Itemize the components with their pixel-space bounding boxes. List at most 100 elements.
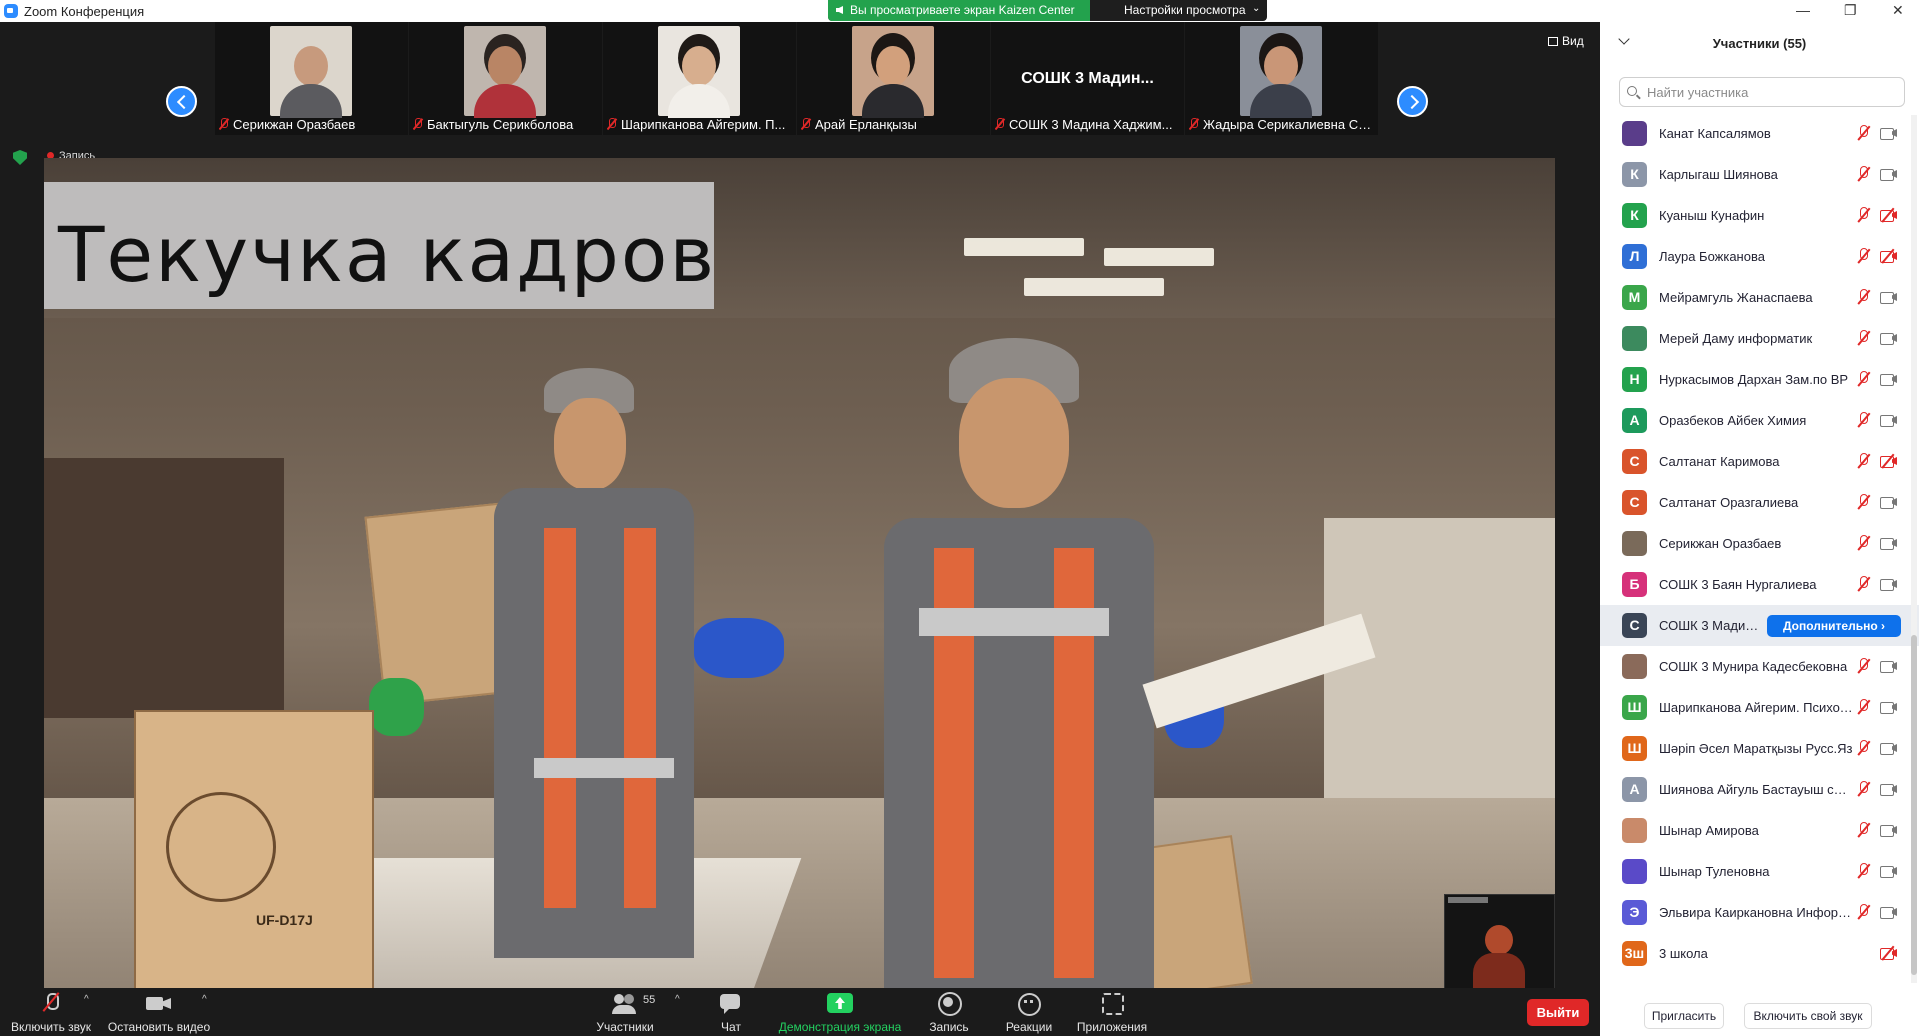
participant-row[interactable]: С Салтанат Оразгалиева (1600, 482, 1919, 523)
participant-name: Канат Капсалямов (1659, 126, 1771, 141)
video-tile[interactable]: Серикжан Оразбаев (215, 22, 408, 135)
participant-name: Серикжан Оразбаев (1659, 536, 1782, 551)
filmstrip-next-arrow-icon[interactable] (1397, 86, 1428, 117)
video-tile[interactable]: Шарипканова Айгерим. П... (603, 22, 796, 135)
participant-row[interactable]: Л Лаура Божканова (1600, 236, 1919, 277)
video-tile[interactable]: СОШК 3 Мадин... СОШК 3 Мадина Хаджим... (991, 22, 1184, 135)
mic-muted-icon (219, 118, 229, 130)
mic-muted-icon (1857, 166, 1871, 182)
restore-icon[interactable]: ❐ (1844, 2, 1857, 19)
participant-row[interactable]: Н Нуркасымов Дархан Зам.по ВР (1600, 359, 1919, 400)
share-screen-button[interactable]: Демонстрация экрана (776, 992, 904, 1034)
participant-row[interactable]: СОШК 3 Мунира Кадесбековна (1600, 646, 1919, 687)
panel-header: Участники (55) (1600, 32, 1919, 58)
video-off-icon (1880, 248, 1898, 264)
participant-row[interactable]: 3ш 3 школа (1600, 933, 1919, 974)
participant-row[interactable]: М Мейрамгуль Жанаспаева (1600, 277, 1919, 318)
video-camera-icon (1880, 414, 1898, 427)
participant-row[interactable]: Шынар Амирова (1600, 810, 1919, 851)
photo-blue-glove (694, 618, 784, 678)
chat-button[interactable]: Чат (713, 992, 749, 1034)
video-camera-icon (1880, 824, 1898, 837)
more-options-button[interactable]: Дополнительно › (1767, 615, 1901, 637)
shared-screen: UF-D17J Текучка кадров (44, 158, 1555, 1009)
participant-row[interactable]: Б СОШК 3 Баян Нургалиева (1600, 564, 1919, 605)
encryption-shield-icon[interactable] (13, 150, 27, 165)
audio-options-caret-icon[interactable]: ^ (84, 994, 89, 1005)
close-icon[interactable]: ✕ (1892, 2, 1904, 19)
photo-fan-box: UF-D17J (134, 710, 374, 995)
share-screen-icon (827, 992, 853, 1014)
participant-row[interactable]: Серикжан Оразбаев (1600, 523, 1919, 564)
mic-muted-icon (1857, 330, 1871, 346)
participant-row[interactable]: К Куаныш Кунафин (1600, 195, 1919, 236)
participant-initial-avatar: К (1622, 162, 1647, 187)
filmstrip: Серикжан Оразбаев Бактыгуль Серикболова … (215, 22, 1385, 137)
participant-name: Карлыгаш Шиянова (1659, 167, 1778, 182)
participant-initial-avatar: Б (1622, 572, 1647, 597)
stop-video-button[interactable]: Остановить видео (106, 992, 212, 1034)
mic-muted-icon (413, 118, 423, 130)
box-model-label: UF-D17J (256, 912, 313, 928)
video-tile[interactable]: Жадыра Серикалиевна Се... (1185, 22, 1378, 135)
mic-muted-icon (1857, 904, 1871, 920)
participants-options-caret-icon[interactable]: ^ (675, 994, 680, 1005)
view-button[interactable]: Вид (1548, 34, 1584, 48)
participant-row[interactable]: К Карлыгаш Шиянова (1600, 154, 1919, 195)
participant-row[interactable]: Шынар Туленовна (1600, 851, 1919, 892)
mic-muted-icon (1857, 453, 1871, 469)
reactions-icon (1018, 992, 1041, 1016)
participant-search-input[interactable] (1619, 77, 1905, 107)
participant-row[interactable]: Мерей Даму информатик (1600, 318, 1919, 359)
participants-count: 55 (643, 994, 656, 1006)
participant-initial-avatar: Ш (1622, 736, 1647, 761)
participant-row[interactable]: Ш Шарипканова Айгерим. Психолог (1600, 687, 1919, 728)
unmute-me-button[interactable]: Включить свой звук (1744, 1003, 1872, 1029)
participant-row[interactable]: Канат Капсалямов (1600, 113, 1919, 154)
video-camera-icon (1880, 291, 1898, 304)
reactions-button[interactable]: Реакции (1003, 992, 1055, 1034)
participant-name: Нуркасымов Дархан Зам.по ВР (1659, 372, 1849, 387)
chevron-down-icon[interactable]: ⌄ (1252, 3, 1260, 14)
leave-button[interactable]: Выйти (1527, 999, 1589, 1026)
panel-footer: Пригласить Включить свой звук (1600, 996, 1919, 1036)
video-tile[interactable]: Арай Ерланқызы (797, 22, 990, 135)
filmstrip-prev-arrow-icon[interactable] (166, 86, 197, 117)
participant-photo-avatar (1622, 818, 1647, 843)
participant-row[interactable]: А Шиянова Айгуль Бастауыш сынып (1600, 769, 1919, 810)
mic-muted-icon (1857, 658, 1871, 674)
apps-icon (1101, 992, 1124, 1015)
tile-name: Шарипканова Айгерим. П... (607, 117, 793, 132)
participant-initial-avatar: 3ш (1622, 941, 1647, 966)
video-camera-icon (1880, 578, 1898, 591)
participant-initial-avatar: С (1622, 490, 1647, 515)
tile-name: Арай Ерланқызы (801, 117, 987, 132)
record-button[interactable]: Запись (926, 992, 972, 1034)
unmute-button[interactable]: Включить звук (8, 992, 94, 1034)
self-view-thumbnail[interactable] (1444, 894, 1555, 1003)
mic-muted-icon (607, 118, 617, 130)
participant-list: Канат Капсалямов К Карлыгаш Шиянова К Куаныш… (1600, 113, 1919, 983)
participant-initial-avatar: А (1622, 408, 1647, 433)
participant-list-scrollbar[interactable] (1911, 115, 1917, 983)
participant-photo-avatar (1622, 121, 1647, 146)
apps-button[interactable]: Приложения (1075, 992, 1149, 1034)
participant-photo-avatar (1622, 326, 1647, 351)
view-options-button[interactable]: Настройки просмотра (1124, 3, 1246, 17)
tile-name: Жадыра Серикалиевна Се... (1189, 117, 1375, 132)
participant-row[interactable]: С СОШК 3 Мадина Хаджимуратова Дополнительн… (1600, 605, 1919, 646)
invite-button[interactable]: Пригласить (1644, 1003, 1724, 1029)
video-camera-icon (1880, 742, 1898, 755)
video-tile[interactable]: Бактыгуль Серикболова (409, 22, 602, 135)
video-options-caret-icon[interactable]: ^ (202, 994, 207, 1005)
record-icon (938, 992, 962, 1016)
participant-name: Салтанат Оразгалиева (1659, 495, 1799, 510)
participant-row[interactable]: Э Эльвира Каиркановна Информатика (1600, 892, 1919, 933)
video-off-icon (1880, 945, 1898, 961)
mic-muted-icon (1857, 412, 1871, 428)
participant-row[interactable]: Ш Шәріп Әсел Маратқызы Русс.Яз (1600, 728, 1919, 769)
participant-row[interactable]: С Салтанат Каримова (1600, 441, 1919, 482)
participant-row[interactable]: А Оразбеков Айбек Химия (1600, 400, 1919, 441)
minimize-icon[interactable]: — (1796, 2, 1810, 18)
participant-name: Куаныш Кунафин (1659, 208, 1765, 223)
